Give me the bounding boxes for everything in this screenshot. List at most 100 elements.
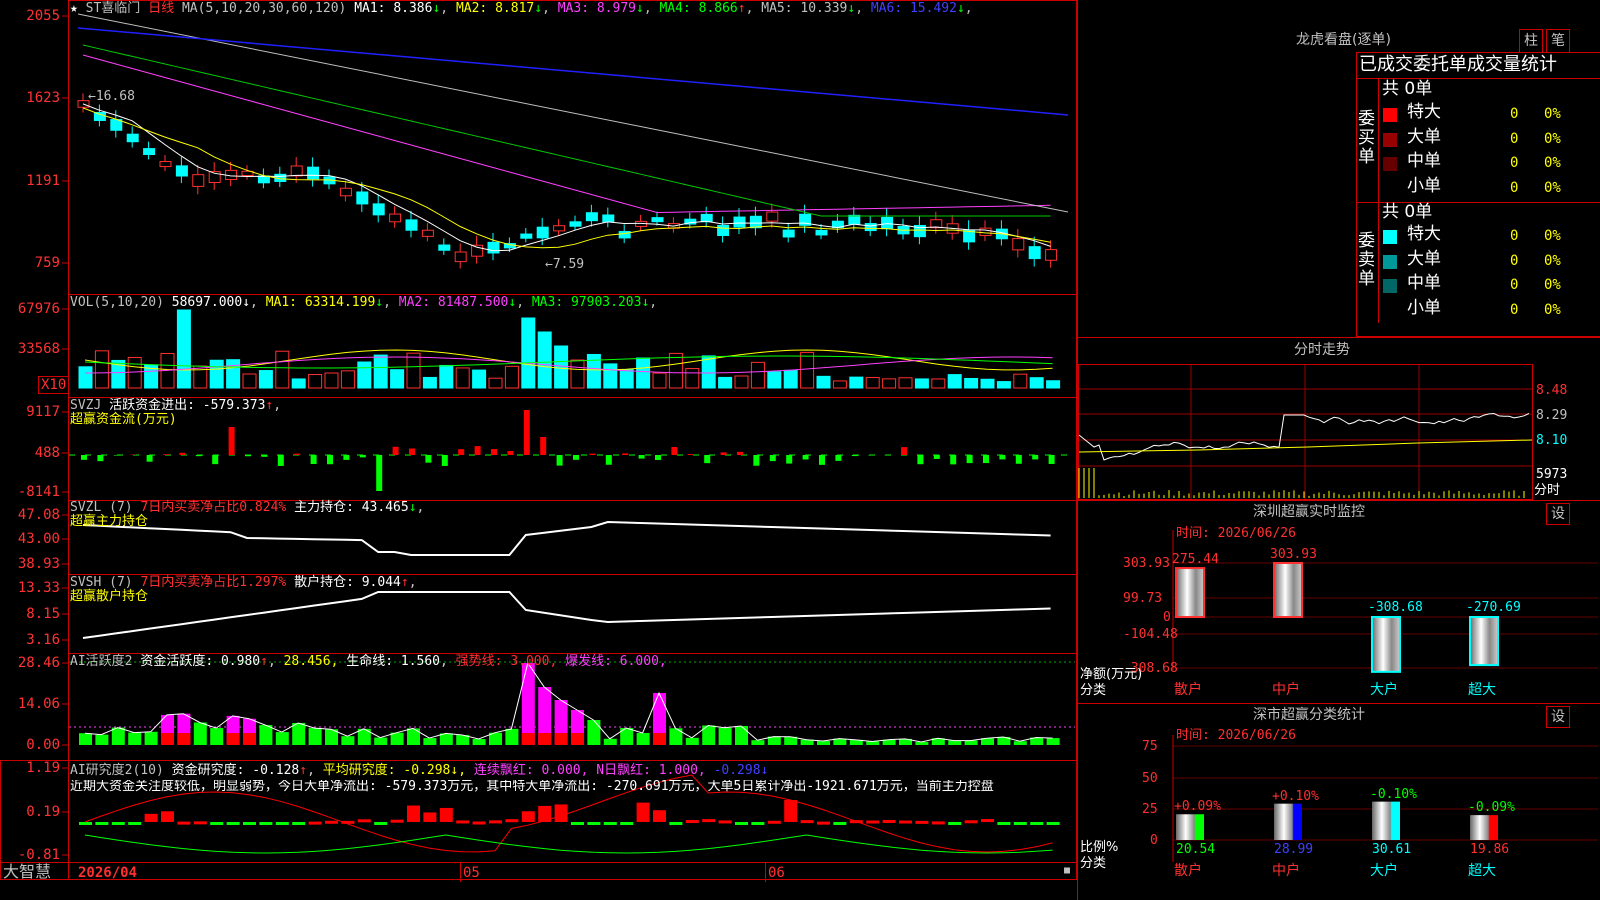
month-05: 05 — [463, 865, 480, 881]
activity-base — [571, 733, 584, 745]
app-logo[interactable]: 大智慧 — [3, 864, 51, 880]
flow-bar — [819, 455, 825, 465]
svsh-value: 9.044 — [361, 575, 401, 590]
month-divider — [765, 862, 766, 882]
volume-bar — [226, 359, 241, 389]
lock-icon[interactable]: ■ — [1064, 866, 1070, 876]
candle — [749, 215, 762, 229]
volume-bar — [603, 363, 618, 389]
class-ytick: 25 — [1142, 802, 1158, 817]
ai-active-v2: 28.456 — [283, 654, 331, 669]
volume-bar — [652, 372, 667, 389]
class-ytick: 50 — [1142, 771, 1158, 786]
avg-research: 平均研究度: -0.298 — [322, 763, 451, 778]
ai-research-title[interactable]: AI研究度2(10) — [70, 763, 164, 778]
ai-research-last-arrow: ↓ — [760, 763, 769, 778]
research-bar — [931, 821, 945, 825]
ma-label: MA5: — [761, 1, 801, 16]
class-category: 大户 — [1370, 863, 1398, 879]
flow-bar — [720, 452, 727, 455]
activity-bar — [1013, 741, 1027, 745]
svzl-line — [82, 520, 1051, 556]
svzj-ytick-1: 9117 — [26, 404, 60, 420]
candle — [585, 212, 598, 222]
activity-bar — [210, 728, 224, 745]
research-bar — [948, 822, 962, 825]
flow-bar — [327, 455, 333, 465]
month-06: 06 — [768, 865, 785, 881]
period-label[interactable]: 日线 — [148, 1, 174, 16]
volume-bar — [406, 352, 421, 389]
vol-unit: X10 — [38, 376, 70, 394]
activity-bar — [374, 737, 388, 745]
candle — [717, 224, 730, 236]
monitor-bar-value: -270.69 — [1466, 600, 1521, 615]
stock-name[interactable]: ST喜临门 — [86, 1, 141, 16]
separator: , — [643, 1, 660, 16]
candle — [881, 216, 894, 230]
activity-bar — [718, 727, 732, 745]
date-label: 2026/04 — [78, 865, 138, 881]
volume-bar — [291, 378, 306, 389]
monitor-settings-button[interactable]: 设 — [1546, 503, 1570, 525]
separator: , — [383, 295, 399, 310]
research-bar — [866, 820, 880, 824]
research-bar — [407, 805, 420, 822]
research-bar — [243, 822, 256, 825]
class-change: -0.10% — [1370, 786, 1417, 802]
activity-bar — [111, 727, 125, 745]
candle — [536, 226, 549, 239]
candle — [405, 219, 418, 231]
vol-header: VOL(5,10,20) 58697.000↓, MA1: 63314.199↓… — [70, 295, 658, 310]
class-bar — [1274, 803, 1302, 840]
star-marks: ★ — [70, 1, 78, 16]
ma-title[interactable]: MA(5,10,20,30,60,120) — [182, 1, 346, 16]
candle — [93, 112, 106, 121]
flow-bar — [212, 455, 219, 465]
volume-bar — [94, 350, 109, 389]
volume-bar — [586, 353, 601, 389]
research-bar — [275, 822, 289, 825]
research-bar — [292, 822, 306, 825]
ma-arrow: ↑ — [737, 1, 746, 16]
volume-bar — [570, 359, 585, 389]
ma-label: MA2: — [455, 1, 496, 16]
main-ytick-3: 1191 — [26, 173, 60, 189]
monitor-bar-value: 303.93 — [1270, 547, 1317, 562]
class-settings-button[interactable]: 设 — [1546, 706, 1570, 728]
separator: , — [745, 1, 762, 16]
volume-bar — [980, 378, 995, 389]
volume-bar — [275, 350, 290, 389]
flow-bar — [425, 455, 432, 463]
volume-bar — [439, 364, 454, 389]
svzj-title[interactable]: SVZJ — [70, 398, 101, 413]
continuous-red: 连续飘红: 0.000 — [473, 763, 581, 778]
monitor-bar — [1175, 567, 1205, 618]
research-bar — [997, 822, 1011, 825]
flow-bar — [540, 437, 547, 455]
volume-bar — [390, 369, 405, 389]
research-bar — [981, 819, 994, 823]
volume-bar — [554, 345, 569, 389]
flow-bar — [950, 455, 957, 465]
activity-bar — [521, 663, 535, 745]
research-bar — [259, 822, 273, 825]
intraday-ytick-1: 8.48 — [1536, 383, 1568, 398]
flow-bar — [786, 455, 793, 464]
ma-label: MA1: — [354, 1, 394, 16]
activity-base — [226, 733, 240, 745]
candle — [257, 175, 270, 184]
vol-title[interactable]: VOL(5,10,20) — [70, 295, 164, 310]
ma-arrow: ↓ — [636, 1, 644, 16]
svzl-title[interactable]: SVZL (7) — [70, 500, 133, 515]
separator: , — [649, 295, 658, 310]
vol-ma-value: 63314.199 — [304, 295, 376, 310]
svsh-title[interactable]: SVSH (7) — [70, 575, 133, 590]
monitor-bar-value: 275.44 — [1172, 552, 1219, 568]
ma-label: MA4: — [659, 1, 699, 16]
research-bar — [521, 811, 535, 822]
chart-area[interactable]: ★ ST喜临门 日线 MA(5,10,20,30,60,120) MA1: 8.… — [0, 0, 1077, 900]
volume-bar — [914, 378, 929, 389]
monitor-category: 大户 — [1370, 682, 1398, 698]
ai-active-title[interactable]: AI活跃度2 — [70, 654, 132, 669]
